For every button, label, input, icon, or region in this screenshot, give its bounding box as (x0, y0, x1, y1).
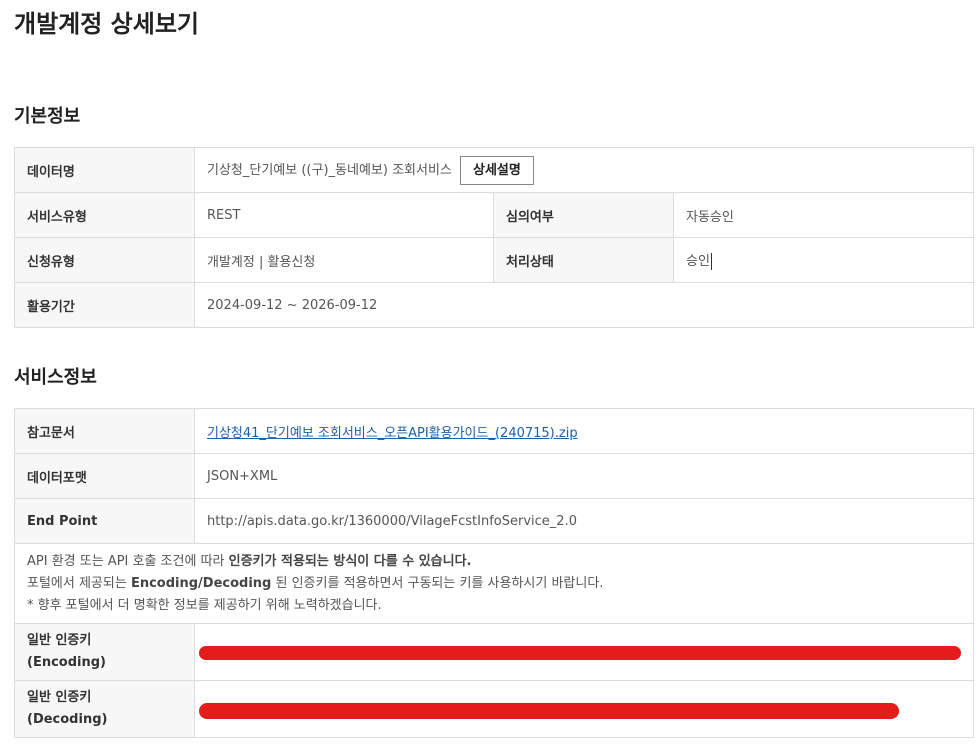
review-value: 자동승인 (672, 192, 975, 238)
notice-text: API 환경 또는 API 호출 조건에 따라 인증키가 적용되는 방식이 다를… (14, 543, 974, 624)
status-label: 처리상태 (493, 237, 674, 283)
endpoint-label: End Point (14, 498, 195, 544)
notice-line-1-emphasis: 인증키가 적용되는 방식이 다를 수 있습니다. (228, 553, 472, 569)
notice-line-2: 포털에서 제공되는 Encoding/Decoding 된 인증키를 적용하면서… (27, 573, 961, 595)
decoding-key-sublabel: (Decoding) (27, 712, 108, 727)
reference-guide-link[interactable]: 기상청41_단기예보 조회서비스_오픈API활용가이드_(240715).zip (207, 426, 578, 441)
request-type-row: 신청유형 개발계정 | 활용신청 처리상태 승인 (14, 237, 975, 283)
notice-line-2-emphasis: Encoding/Decoding (130, 575, 272, 591)
period-label: 활용기간 (14, 282, 195, 328)
service-type-label: 서비스유형 (14, 192, 195, 238)
text-cursor (710, 253, 712, 270)
notice-line-2-suffix: 된 인증키를 적용하면서 구동되는 키를 사용하시기 바랍니다. (271, 575, 604, 591)
decoding-key-label-cell: 일반 인증키 (Decoding) (14, 680, 195, 738)
status-cell: 승인 (672, 237, 975, 283)
period-value: 2024-09-12 ~ 2026-09-12 (193, 282, 975, 328)
page-title: 개발계정 상세보기 (14, 10, 199, 38)
format-value: JSON+XML (194, 453, 974, 499)
detail-description-button[interactable]: 상세설명 (460, 155, 534, 185)
reference-row: 참고문서 기상청41_단기예보 조회서비스_오픈API활용가이드_(240715… (14, 408, 974, 454)
basic-info-section-title: 기본정보 (14, 106, 81, 127)
endpoint-value: http://apis.data.go.kr/1360000/VilageFcs… (194, 498, 974, 544)
service-info-section-title: 서비스정보 (14, 367, 97, 388)
encoding-key-label-cell: 일반 인증키 (Encoding) (14, 623, 195, 681)
format-row: 데이터포맷 JSON+XML (14, 453, 974, 499)
reference-label: 참고문서 (14, 408, 195, 454)
encoding-key-sublabel: (Encoding) (27, 655, 106, 670)
endpoint-row: End Point http://apis.data.go.kr/1360000… (14, 498, 974, 544)
data-name-value: 기상청_단기예보 ((구)_동네예보) 조회서비스 (207, 162, 452, 178)
notice-line-1-text: API 환경 또는 API 호출 조건에 따라 (27, 553, 229, 569)
notice-line-1: API 환경 또는 API 호출 조건에 따라 인증키가 적용되는 방식이 다를… (27, 551, 961, 573)
data-name-label: 데이터명 (14, 147, 195, 193)
decoding-key-redaction (199, 703, 899, 719)
encoding-key-redaction (199, 646, 961, 660)
status-value: 승인 (686, 254, 710, 269)
decoding-key-row: 일반 인증키 (Decoding) (14, 680, 974, 738)
service-type-value: REST (194, 192, 494, 238)
service-type-row: 서비스유형 REST 심의여부 자동승인 (14, 192, 975, 238)
encoding-key-row: 일반 인증키 (Encoding) (14, 623, 974, 681)
review-label: 심의여부 (493, 192, 674, 238)
notice-row: API 환경 또는 API 호출 조건에 따라 인증키가 적용되는 방식이 다를… (14, 543, 974, 624)
encoding-key-label: 일반 인증키 (27, 633, 92, 648)
decoding-key-label: 일반 인증키 (27, 690, 92, 705)
reference-cell: 기상청41_단기예보 조회서비스_오픈API활용가이드_(240715).zip (194, 408, 974, 454)
basic-info-table: 데이터명 기상청_단기예보 ((구)_동네예보) 조회서비스 상세설명 서비스유… (14, 147, 975, 328)
decoding-key-value[interactable] (194, 680, 974, 738)
request-type-label: 신청유형 (14, 237, 195, 283)
format-label: 데이터포맷 (14, 453, 195, 499)
service-info-table: 참고문서 기상청41_단기예보 조회서비스_오픈API활용가이드_(240715… (14, 408, 974, 738)
notice-line-2-text: 포털에서 제공되는 (27, 575, 131, 591)
data-name-row: 데이터명 기상청_단기예보 ((구)_동네예보) 조회서비스 상세설명 (14, 147, 975, 193)
data-name-cell: 기상청_단기예보 ((구)_동네예보) 조회서비스 상세설명 (193, 147, 975, 193)
notice-line-3: * 향후 포털에서 더 명확한 정보를 제공하기 위해 노력하겠습니다. (27, 597, 382, 613)
period-row: 활용기간 2024-09-12 ~ 2026-09-12 (14, 282, 975, 328)
encoding-key-value[interactable] (194, 623, 974, 681)
request-type-value: 개발계정 | 활용신청 (194, 237, 494, 283)
